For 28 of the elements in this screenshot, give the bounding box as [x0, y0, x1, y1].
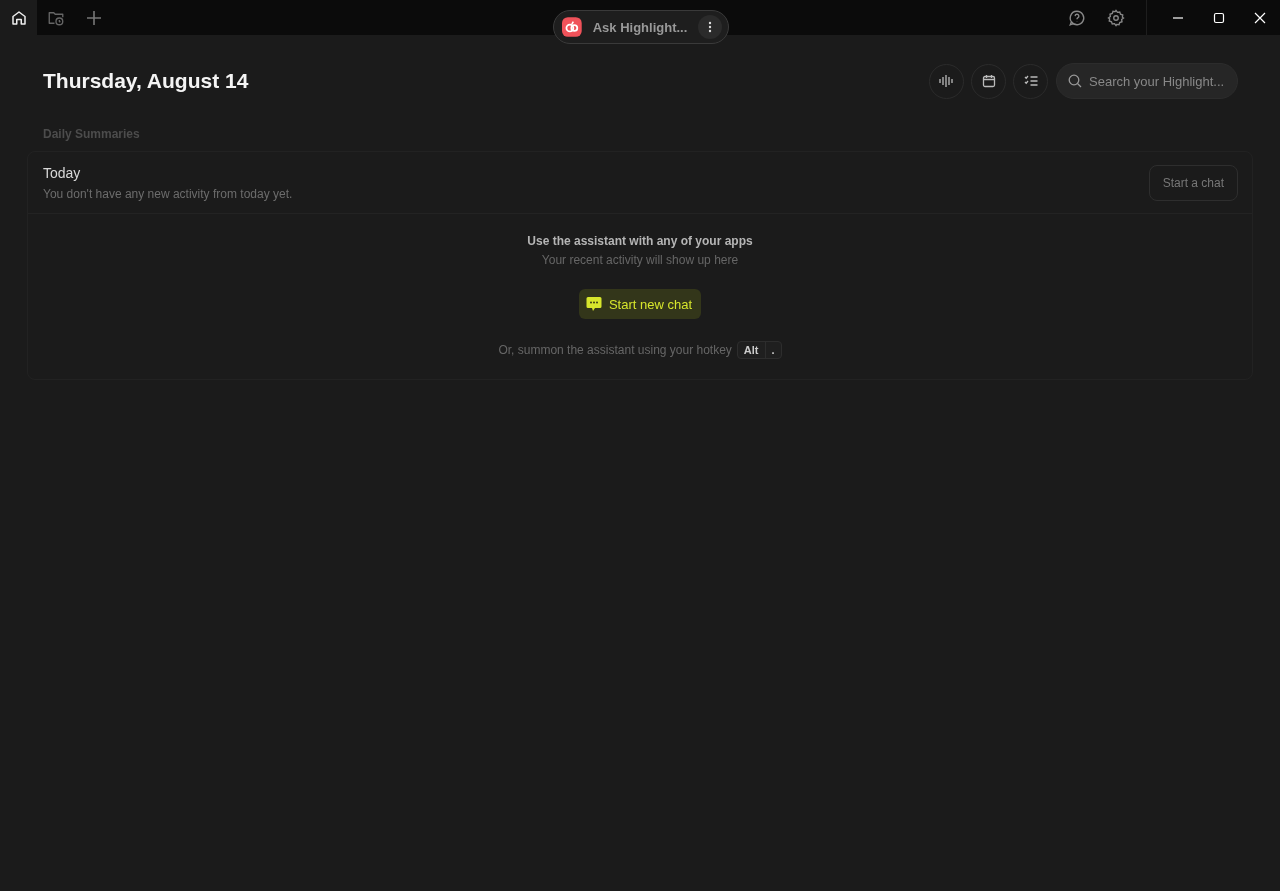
app-logo-icon	[562, 17, 582, 37]
more-icon	[708, 21, 713, 33]
calendar-icon	[981, 74, 996, 88]
start-chat-button[interactable]: Start a chat	[1148, 165, 1238, 201]
checklist-icon	[1023, 75, 1038, 87]
help-icon[interactable]	[1068, 8, 1086, 27]
empty-heading: Use the assistant with any of your apps	[527, 234, 753, 248]
key: Alt	[737, 342, 765, 358]
search-field[interactable]: Search your Highlight...	[1056, 63, 1238, 99]
ask-bar[interactable]: Ask Highlight...	[553, 10, 729, 44]
ask-placeholder: Ask Highlight...	[592, 19, 688, 35]
summary-subtitle: You don't have any new activity from today yet.	[43, 187, 293, 201]
start-new-chat-button[interactable]: Start new chat	[578, 289, 702, 319]
search-icon	[1068, 74, 1082, 88]
hotkey-hint: Or, summon the assistant using your hotkey	[498, 343, 732, 357]
settings-icon[interactable]	[1107, 8, 1125, 27]
close-icon[interactable]	[1254, 11, 1266, 24]
more-button[interactable]	[698, 15, 722, 39]
empty-subheading: Your recent activity will show up here	[541, 253, 739, 267]
page-title: Thursday, August 14	[43, 69, 249, 93]
tab[interactable]	[0, 0, 37, 35]
waveform-icon	[938, 74, 955, 88]
chat-bubble-icon	[585, 296, 602, 312]
summary-title: Today	[43, 165, 82, 181]
key: .	[764, 342, 781, 358]
new-tab-icon[interactable]	[87, 10, 101, 25]
maximize-icon[interactable]	[1213, 11, 1225, 24]
home-icon	[9, 8, 28, 27]
